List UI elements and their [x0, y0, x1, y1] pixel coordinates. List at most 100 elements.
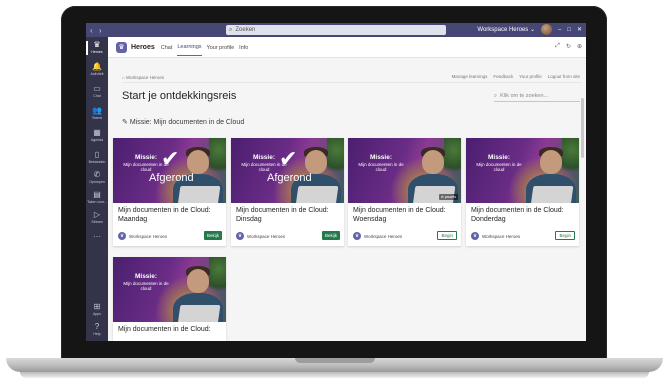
rail-label: Apps	[93, 312, 101, 316]
app-header: ♛ Heroes Chat Learnings Your profile Inf…	[108, 37, 586, 58]
rail-item-teams[interactable]: 👥 Teams	[86, 106, 108, 121]
learning-card-donderdag[interactable]: Missie: Mijn documenten in de cloud Mijn …	[466, 138, 579, 246]
logout-link[interactable]: Logout from site	[548, 74, 580, 79]
close-icon[interactable]: ✕	[577, 26, 582, 33]
view-button[interactable]: Bekijk	[321, 231, 340, 240]
section-heading: ✎ Missie: Mijn documenten in de Cloud	[122, 118, 244, 126]
checkmark-icon: ✔	[161, 146, 180, 171]
scrollbar[interactable]	[581, 98, 584, 158]
page-title: Start je ontdekkingsreis	[122, 90, 237, 102]
tab-chat[interactable]: Chat	[161, 39, 173, 56]
publisher-name: Workspace Heroes	[247, 233, 286, 239]
teams-window: ‹ › ⌕ Zoeken Workspace Heroes ⌄ – □ ✕ ♛ H…	[86, 23, 586, 341]
learning-card-dinsdag[interactable]: Missie: Mijn documenten in de cloud ✔ Afg…	[231, 138, 344, 246]
learning-card-next[interactable]: Missie: Mijn documenten in de cloud Mijn …	[113, 257, 226, 341]
publisher-icon: ♛	[471, 232, 479, 240]
rail-item-activity[interactable]: 🔔 Activiteit	[86, 62, 108, 77]
tasks-icon: ▤	[93, 190, 101, 199]
card-title: Mijn documenten in de Cloud: Dinsdag	[236, 207, 329, 223]
popout-icon[interactable]: ⤢	[555, 43, 560, 50]
learnings-search-placeholder: Klik om te zoeken...	[500, 93, 549, 99]
rail-label: Heroes	[91, 50, 103, 54]
app-rail: ♛ Heroes 🔔 Activiteit ▭ Chat 👥 Teams ▦ Agenda…	[86, 37, 108, 341]
rail-item-apps[interactable]: ⊞ Apps	[86, 302, 108, 317]
card-footer: ♛ Workspace Heroes Bekijk	[118, 231, 222, 241]
begin-button[interactable]: Begin	[437, 231, 457, 240]
search-icon: ⌕	[494, 92, 498, 99]
publisher-name: Workspace Heroes	[364, 233, 403, 239]
bell-icon: 🔔	[92, 62, 102, 71]
rail-more-apps[interactable]: ···	[86, 233, 108, 241]
back-forward-icon[interactable]: ‹ ›	[86, 26, 114, 35]
card-footer: ♛ Workspace Heroes Begin	[353, 231, 457, 241]
tab-learnings[interactable]: Learnings	[177, 38, 202, 56]
view-button[interactable]: Bekijk	[203, 231, 222, 240]
rail-item-files[interactable]: ▯ Bestanden	[86, 150, 108, 165]
breadcrumb-home[interactable]: ⌂ Workspace Heroes	[122, 75, 164, 80]
tab-info[interactable]: Info	[239, 39, 248, 56]
rail-item-chat[interactable]: ▭ Chat	[86, 85, 108, 99]
rail-label: Agenda	[90, 138, 104, 142]
card-footer: ♛ Workspace Heroes Bekijk	[236, 231, 340, 241]
rail-label: Taken voor...	[87, 200, 107, 204]
stream-icon: ▷	[93, 210, 101, 219]
publisher-icon: ♛	[236, 232, 244, 240]
completed-label: Afgerond	[149, 172, 194, 184]
rail-item-help[interactable]: ? Help	[86, 323, 108, 337]
rail-item-heroes[interactable]: ♛ Heroes	[86, 40, 108, 55]
pin-icon: ✎	[122, 119, 128, 126]
rail-label: Help	[93, 332, 101, 336]
card-title: Mijn documenten in de Cloud:	[118, 326, 211, 333]
teams-icon: 👥	[92, 106, 102, 115]
rail-label: Teams	[91, 116, 103, 120]
file-icon: ▯	[94, 150, 100, 159]
laptop-shadow	[20, 372, 649, 378]
org-switcher[interactable]: Workspace Heroes ⌄	[477, 26, 535, 33]
more-icon: ···	[93, 232, 101, 241]
card-thumbnail: Missie: Mijn documenten in de cloud ✔ Afg…	[113, 138, 226, 203]
tab-your-profile[interactable]: Your profile	[207, 39, 235, 56]
rail-label: Activiteit	[90, 72, 104, 76]
learnings-content: ⌂ Workspace Heroes Manage learnings Feed…	[108, 58, 586, 341]
apps-icon: ⊞	[93, 302, 101, 311]
manage-learnings-link[interactable]: Manage learnings	[452, 74, 488, 79]
card-footer: ♛ Workspace Heroes Begin	[471, 231, 575, 241]
global-search-input[interactable]: ⌕ Zoeken	[226, 25, 446, 35]
global-search-placeholder: Zoeken	[235, 27, 256, 33]
rail-label: Bestanden	[88, 160, 106, 164]
title-bar: ‹ › ⌕ Zoeken Workspace Heroes ⌄ – □ ✕	[86, 23, 586, 37]
feedback-link[interactable]: Feedback	[493, 74, 513, 79]
learning-card-woensdag[interactable]: Missie: Mijn documenten in de cloud ⊘ pau…	[348, 138, 461, 246]
title-bar-right: Workspace Heroes ⌄ – □ ✕	[477, 24, 582, 35]
calendar-icon: ▦	[93, 128, 101, 137]
card-title: Mijn documenten in de Cloud: Woensdag	[353, 207, 446, 223]
rail-item-calendar[interactable]: ▦ Agenda	[86, 128, 108, 143]
refresh-icon[interactable]: ↻	[566, 43, 571, 50]
card-thumbnail: Missie: Mijn documenten in de cloud	[113, 257, 226, 322]
begin-button[interactable]: Begin	[555, 231, 575, 240]
publisher-name: Workspace Heroes	[129, 233, 168, 239]
heroes-icon: ♛	[93, 40, 101, 49]
paused-badge: ⊘ pauzes	[438, 194, 458, 200]
publisher-icon: ♛	[353, 232, 361, 240]
rail-item-stream[interactable]: ▷ Stream	[86, 210, 108, 225]
learnings-search-input[interactable]: ⌕ Klik om te zoeken...	[494, 91, 580, 102]
card-title: Mijn documenten in de Cloud: Maandag	[118, 207, 211, 223]
card-thumbnail: Missie: Mijn documenten in de cloud ⊘ pau…	[348, 138, 461, 203]
globe-icon[interactable]: ⊕	[577, 43, 582, 50]
completed-label: Afgerond	[267, 172, 312, 184]
user-avatar[interactable]	[541, 24, 552, 35]
phone-icon: ✆	[93, 170, 101, 179]
rail-label: Stream	[91, 220, 103, 224]
publisher-name: Workspace Heroes	[482, 233, 521, 239]
minimize-icon[interactable]: –	[558, 27, 561, 33]
maximize-icon[interactable]: □	[567, 27, 571, 33]
section-title: Missie: Mijn documenten in de Cloud	[129, 119, 245, 126]
rail-label: Oproepen	[89, 180, 105, 184]
rail-item-tasks[interactable]: ▤ Taken voor...	[86, 190, 108, 205]
thumb-caption: Missie: Mijn documenten in de cloud	[358, 154, 404, 172]
app-name: Heroes	[131, 43, 155, 51]
rail-item-calls[interactable]: ✆ Oproepen	[86, 170, 108, 185]
your-profile-link[interactable]: Your profile	[519, 74, 542, 79]
learning-card-maandag[interactable]: Missie: Mijn documenten in de cloud ✔ Afg…	[113, 138, 226, 246]
